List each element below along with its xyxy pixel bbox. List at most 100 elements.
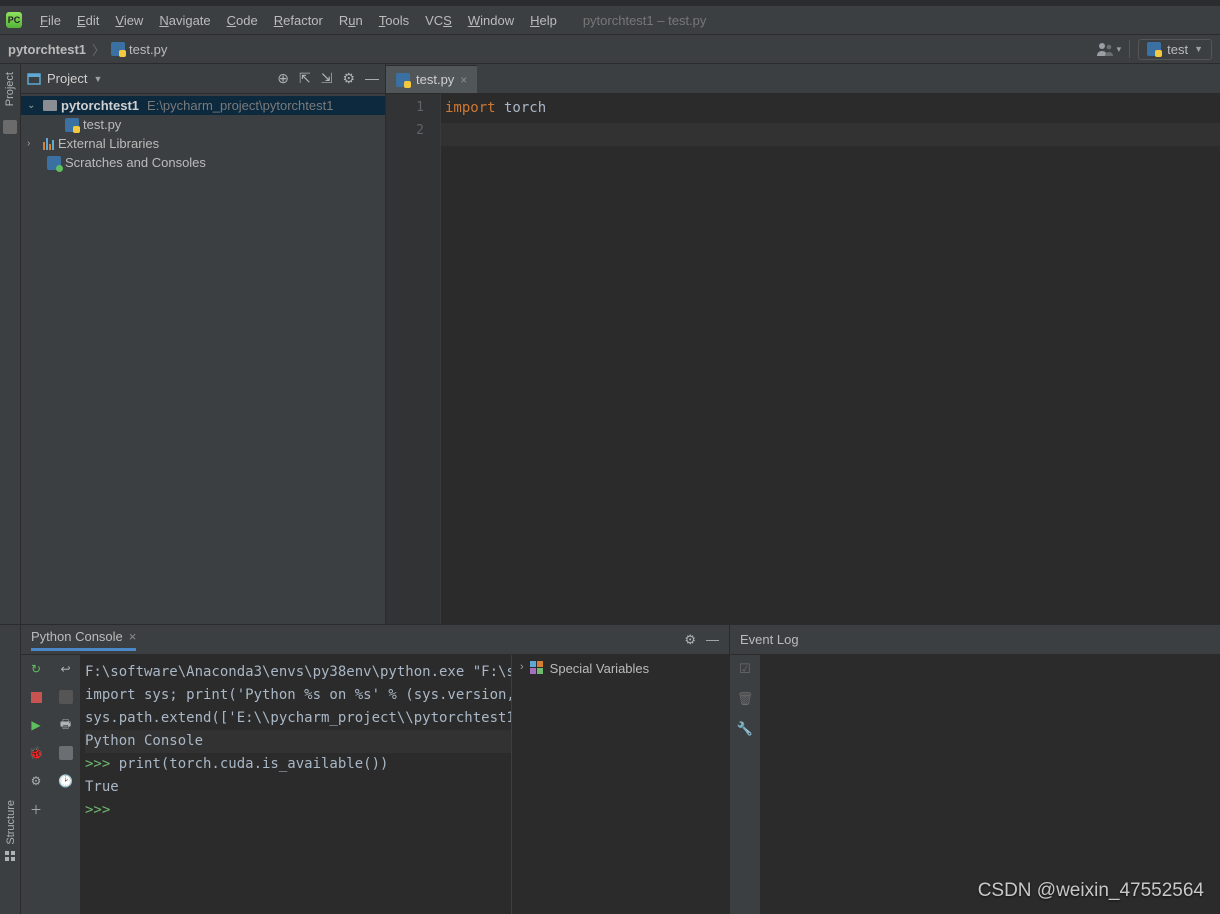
project-tree: ⌄ pytorchtest1 E:\pycharm_project\pytorc… (21, 94, 385, 174)
mark-read-icon[interactable]: ☑ (739, 661, 751, 677)
editor-gutter: 1 2 (386, 94, 441, 624)
console-action-rail-1: ↻ ▶ 🐞 ⚙ ＋ (21, 655, 51, 914)
debug-icon[interactable]: 🐞 (28, 745, 44, 761)
breadcrumb-project[interactable]: pytorchtest1 (8, 42, 86, 57)
python-file-icon (65, 118, 79, 132)
locate-icon[interactable]: ⊕ (277, 70, 289, 87)
project-view-dropdown-icon[interactable]: ▼ (93, 74, 102, 84)
expand-icon[interactable]: ⌄ (27, 100, 39, 111)
event-log-tool-window: Event Log ☑ 🗑 🔧 (729, 625, 1220, 914)
menu-window[interactable]: Window (460, 9, 522, 32)
event-log-action-rail: ☑ 🗑 🔧 (730, 655, 760, 914)
run-configuration-selector[interactable]: test ▼ (1138, 39, 1212, 60)
menu-navigate[interactable]: Navigate (151, 9, 218, 32)
run-icon[interactable]: ▶ (28, 717, 44, 733)
expand-icon[interactable]: › (520, 661, 524, 673)
python-console-tool-window: Python Console × ⚙ — ↻ ▶ 🐞 ⚙ ＋ ↩ 🖶 (21, 625, 729, 914)
watermark: CSDN @weixin_47552564 (978, 880, 1204, 902)
project-root-name: pytorchtest1 (61, 98, 139, 113)
project-root-path: E:\pycharm_project\pytorchtest1 (147, 98, 333, 113)
python-icon (1147, 42, 1161, 56)
show-variables-icon[interactable] (58, 745, 74, 761)
menu-refactor[interactable]: Refactor (266, 9, 331, 32)
navigation-bar: pytorchtest1 〉 test.py ▾ test ▼ (0, 34, 1220, 64)
editor-area: test.py × 1 2 import torchprint(torch.cu… (386, 64, 1220, 624)
project-file-node[interactable]: test.py (21, 115, 385, 134)
menu-file[interactable]: File (32, 9, 69, 32)
hide-panel-icon[interactable]: — (706, 632, 719, 648)
editor-code[interactable]: import torchprint(torch.cuda.is_availabl… (441, 94, 1220, 624)
breadcrumb: pytorchtest1 〉 test.py (8, 40, 167, 59)
menu-code[interactable]: Code (219, 9, 266, 32)
menu-bar: PC File Edit View Navigate Code Refactor… (0, 6, 1220, 34)
expand-all-icon[interactable]: ⇱ (299, 70, 311, 87)
breadcrumb-file-label: test.py (129, 42, 167, 57)
dropdown-icon: ▼ (1194, 44, 1203, 54)
print-icon[interactable]: 🖶 (58, 717, 74, 733)
variables-pane[interactable]: › Special Variables (511, 655, 729, 914)
console-tab[interactable]: Python Console × (31, 629, 136, 651)
editor-tab[interactable]: test.py × (386, 65, 477, 93)
separator (1129, 40, 1130, 58)
close-tab-icon[interactable]: × (129, 629, 137, 644)
line-number: 2 (386, 123, 424, 146)
settings-gear-icon[interactable]: ⚙ (684, 632, 696, 648)
settings-icon[interactable]: ⚙ (28, 773, 44, 789)
settings-icon[interactable]: 🔧 (737, 721, 753, 737)
collapse-all-icon[interactable]: ⇲ (321, 70, 333, 87)
project-file-label: test.py (83, 117, 121, 132)
rail-tab-structure[interactable]: Structure (5, 800, 17, 845)
rerun-icon[interactable]: ↻ (28, 661, 44, 677)
left-tool-rail: Project (0, 64, 21, 624)
project-root-node[interactable]: ⌄ pytorchtest1 E:\pycharm_project\pytorc… (21, 96, 385, 115)
breadcrumb-file[interactable]: test.py (111, 42, 167, 57)
event-log-title: Event Log (740, 632, 799, 647)
hide-panel-icon[interactable]: — (365, 70, 379, 87)
special-variables-label: Special Variables (550, 661, 649, 676)
menu-run[interactable]: Run (331, 9, 371, 32)
external-libraries-label: External Libraries (58, 136, 159, 151)
library-icon (43, 138, 54, 150)
app-icon: PC (6, 12, 22, 28)
event-log-content (760, 655, 1220, 914)
menu-edit[interactable]: Edit (69, 9, 107, 32)
stop-icon[interactable] (28, 689, 44, 705)
structure-rail: Structure (0, 800, 21, 914)
new-console-icon[interactable]: ＋ (28, 801, 44, 817)
line-number: 1 (386, 100, 424, 123)
editor-tab-label: test.py (416, 72, 454, 87)
folder-icon (43, 100, 57, 111)
caret-line-highlight (441, 123, 1220, 146)
clear-icon[interactable]: 🗑 (737, 691, 754, 707)
menu-help[interactable]: Help (522, 9, 565, 32)
menu-view[interactable]: View (107, 9, 151, 32)
soft-wrap-icon[interactable]: ↩ (58, 661, 74, 677)
external-libraries-node[interactable]: › External Libraries (21, 134, 385, 153)
project-panel-title: Project (47, 71, 87, 86)
run-config-label: test (1167, 42, 1188, 57)
editor-tabs: test.py × (386, 64, 1220, 94)
structure-icon (5, 851, 17, 863)
console-output[interactable]: F:\software\Anaconda3\envs\py38env\pytho… (81, 655, 511, 914)
console-tab-label: Python Console (31, 629, 123, 644)
project-view-icon (27, 72, 41, 86)
window-title: pytorchtest1 – test.py (583, 13, 707, 28)
collaborators-icon[interactable]: ▾ (1097, 42, 1122, 56)
project-tool-window: Project ▼ ⊕ ⇱ ⇲ ⚙ — ⌄ pytorchtest1 E:\py… (21, 64, 386, 624)
python-file-icon (396, 73, 410, 87)
settings-gear-icon[interactable]: ⚙ (342, 70, 355, 87)
history-icon[interactable]: 🕑 (58, 773, 74, 789)
menu-tools[interactable]: Tools (371, 9, 417, 32)
expand-icon[interactable]: › (27, 138, 39, 149)
python-file-icon (111, 42, 125, 56)
scroll-to-end-icon[interactable] (58, 689, 74, 705)
scratches-icon (47, 156, 61, 170)
close-tab-icon[interactable]: × (460, 73, 467, 87)
variables-icon (530, 661, 544, 675)
rail-tab-project[interactable]: Project (4, 68, 16, 110)
scratches-node[interactable]: Scratches and Consoles (21, 153, 385, 172)
rail-icon[interactable] (3, 120, 17, 134)
breadcrumb-separator: 〉 (92, 40, 105, 59)
scratches-label: Scratches and Consoles (65, 155, 206, 170)
menu-vcs[interactable]: VCS (417, 9, 460, 32)
